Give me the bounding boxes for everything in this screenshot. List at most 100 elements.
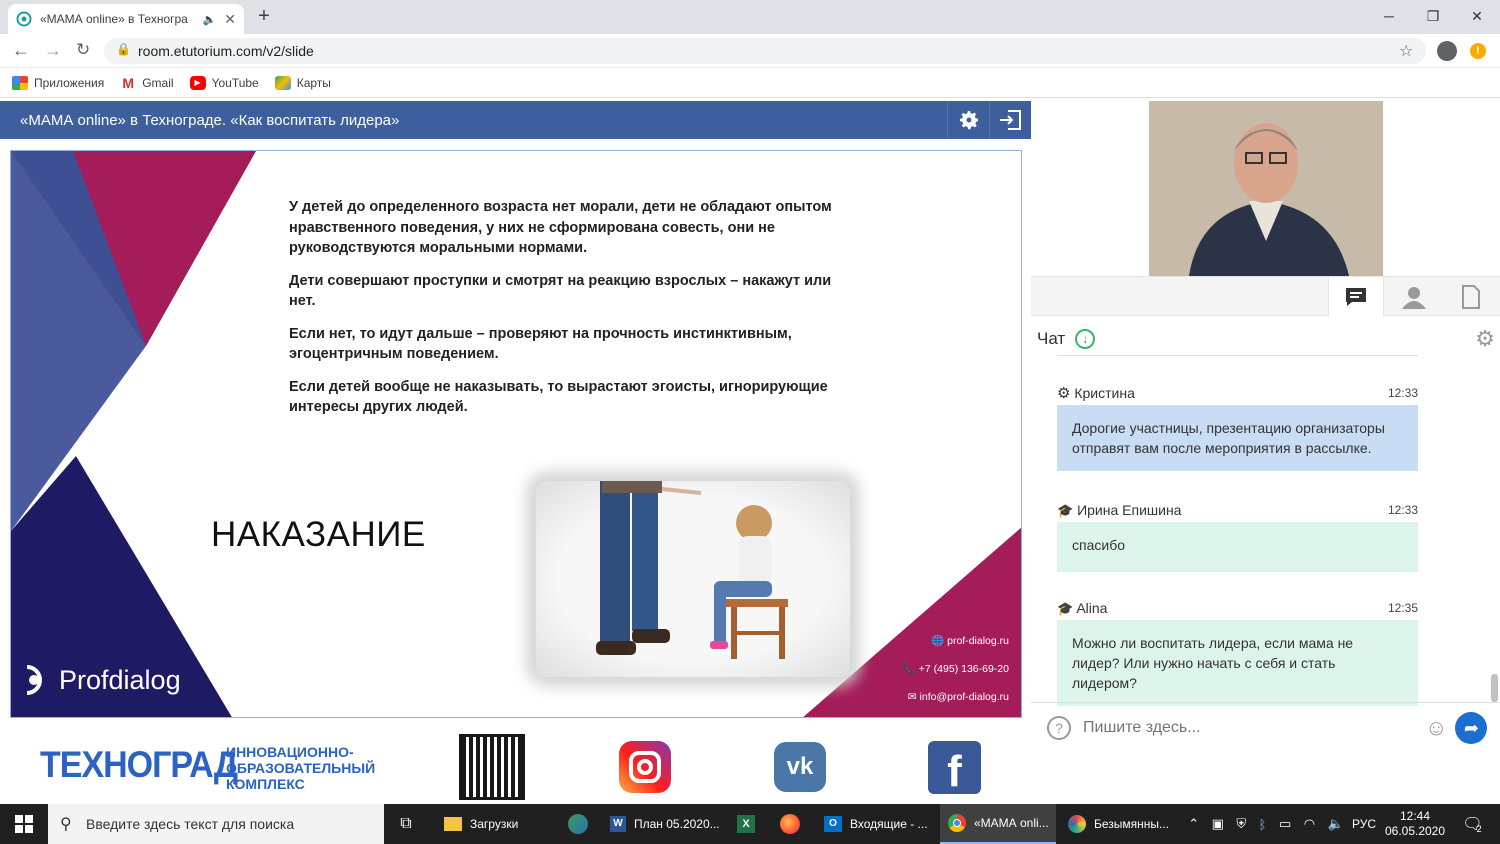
clock-time: 12:44 bbox=[1399, 809, 1431, 823]
forward-arrow-icon[interactable]: → bbox=[44, 40, 62, 61]
message-bubble: Дорогие участницы, презентацию организат… bbox=[1057, 405, 1418, 471]
tab-chat[interactable] bbox=[1328, 277, 1384, 317]
clock[interactable]: 12:44 06.05.2020 bbox=[1384, 804, 1446, 844]
chat-scrollbar[interactable] bbox=[1491, 674, 1498, 702]
window-minimize-button[interactable]: ─ bbox=[1366, 4, 1412, 28]
tray-app-icon[interactable]: ▣ bbox=[1212, 816, 1224, 832]
taskbar-app-word[interactable]: W План 05.2020... bbox=[602, 804, 722, 844]
bookmark-maps[interactable]: Карты bbox=[274, 75, 331, 90]
help-circle-icon[interactable]: ? bbox=[1047, 715, 1071, 740]
tray-chevron-up-icon[interactable]: ⌃ bbox=[1188, 816, 1199, 832]
speaker-video[interactable] bbox=[1149, 101, 1383, 276]
graduation-cap-icon: 🎓 bbox=[1057, 502, 1074, 518]
download-circle-icon[interactable]: ↓ bbox=[1075, 329, 1096, 349]
message-time: 12:35 bbox=[1387, 601, 1418, 615]
lock-icon: 🔒 bbox=[116, 42, 131, 56]
settings-button[interactable] bbox=[947, 101, 989, 139]
instagram-icon[interactable] bbox=[619, 741, 671, 793]
bookmark-gmail[interactable]: M Gmail bbox=[120, 76, 173, 90]
globe-icon: 🌐 bbox=[931, 635, 948, 647]
url-input[interactable]: 🔒 room.etutorium.com/v2/slide bbox=[104, 38, 1426, 64]
volume-icon[interactable]: 🔈 bbox=[1328, 816, 1344, 832]
notification-count: 2 bbox=[1476, 824, 1482, 834]
battery-icon[interactable]: ▭ bbox=[1279, 816, 1291, 832]
wifi-icon[interactable]: ◠ bbox=[1304, 816, 1315, 832]
message-bubble: спасибо bbox=[1057, 522, 1418, 572]
contact-email: ✉ info@prof-dialog.ru bbox=[907, 691, 1009, 703]
chrome-icon bbox=[948, 814, 966, 832]
photo-illustration bbox=[596, 481, 788, 659]
gmail-icon: M bbox=[122, 74, 135, 91]
url-text: room.etutorium.com/v2/slide bbox=[138, 43, 314, 59]
chat-divider bbox=[1057, 355, 1418, 356]
taskbar-search-input[interactable]: ⚲ Введите здесь текст для поиска bbox=[48, 804, 384, 844]
youtube-icon: ▶ bbox=[189, 75, 206, 90]
message-author: Ирина Епишина bbox=[1077, 501, 1182, 518]
logo-text: Profdialog bbox=[59, 664, 181, 695]
system-tray: ⌃ ▣ ⛨ ᛒ ▭ ◠ 🔈 bbox=[1182, 804, 1350, 844]
update-alert-icon[interactable]: ! bbox=[1470, 43, 1486, 59]
qr-code-icon bbox=[459, 734, 525, 800]
globe-app-icon bbox=[568, 814, 588, 834]
browser-tab[interactable]: «МАМА online» в Техногра 🔈 ✕ bbox=[8, 4, 244, 34]
firefox-icon bbox=[780, 814, 800, 834]
profdialog-logo: Profdialog bbox=[21, 663, 181, 697]
tab-close-icon[interactable]: ✕ bbox=[224, 11, 236, 28]
tab-title: «МАМА online» в Техногра bbox=[40, 12, 188, 26]
taskbar-app-excel[interactable]: X bbox=[728, 804, 764, 844]
clock-date: 06.05.2020 bbox=[1384, 824, 1446, 838]
window-close-button[interactable]: ✕ bbox=[1454, 4, 1500, 28]
phone-icon: 📞 bbox=[902, 663, 919, 675]
slide-paragraph: Дети совершают проступки и смотрят на ре… bbox=[289, 272, 832, 310]
taskbar-app-downloads[interactable]: Загрузки bbox=[436, 804, 556, 844]
contact-phone: 📞 +7 (495) 136-69-20 bbox=[902, 663, 1009, 675]
window-maximize-button[interactable]: ❐ bbox=[1410, 4, 1456, 28]
chat-message-input[interactable] bbox=[1083, 712, 1413, 743]
tray-shield-icon[interactable]: ⛨ bbox=[1236, 816, 1246, 832]
exit-icon bbox=[999, 110, 1021, 130]
search-icon: ⚲ bbox=[60, 816, 72, 833]
mail-icon: ✉ bbox=[907, 691, 920, 703]
back-arrow-icon[interactable]: ← bbox=[12, 40, 30, 61]
bookmark-star-icon[interactable]: ☆ bbox=[1399, 41, 1413, 61]
notification-center-button[interactable]: 🗨 2 bbox=[1456, 804, 1488, 844]
exit-button[interactable] bbox=[989, 101, 1031, 139]
gear-icon: ⚙ bbox=[1057, 385, 1071, 402]
address-toolbar: ← → ↻ 🔒 room.etutorium.com/v2/slide ☆ ! bbox=[0, 34, 1500, 68]
sponsor-banner: ТЕХНОГРАД ИННОВАЦИОННО- ОБРАЗОВАТЕЛЬНЫЙ … bbox=[0, 728, 1031, 804]
bookmark-youtube[interactable]: ▶ YouTube bbox=[189, 75, 259, 90]
profile-avatar-icon[interactable] bbox=[1437, 41, 1457, 61]
taskbar-app-globe[interactable] bbox=[560, 804, 596, 844]
audio-playing-icon[interactable]: 🔈 bbox=[203, 13, 217, 26]
tab-files[interactable] bbox=[1443, 277, 1499, 317]
language-indicator[interactable]: РУС bbox=[1352, 804, 1376, 844]
taskbar-app-outlook[interactable]: O Входящие - ... bbox=[816, 804, 936, 844]
apps-grid-icon bbox=[12, 75, 28, 90]
chat-settings-gear-icon[interactable]: ⚙ bbox=[1475, 326, 1495, 352]
side-panel-tabs bbox=[1031, 276, 1500, 317]
bluetooth-icon[interactable]: ᛒ bbox=[1259, 817, 1267, 832]
new-tab-button[interactable]: + bbox=[252, 5, 276, 29]
facebook-icon[interactable]: f bbox=[928, 741, 981, 796]
task-view-button[interactable]: ⧉ bbox=[392, 804, 420, 844]
reload-icon[interactable]: ↻ bbox=[76, 40, 90, 60]
slide-heading: НАКАЗАНИЕ bbox=[211, 515, 426, 554]
slide-paragraph: Если нет, то идут дальше – проверяют на … bbox=[289, 325, 792, 363]
taskbar-app-chrome[interactable]: «МАМА onli... bbox=[940, 804, 1056, 844]
bookmark-apps[interactable]: Приложения bbox=[12, 75, 104, 90]
taskbar-app-firefox[interactable] bbox=[772, 804, 808, 844]
send-button[interactable]: ➦ bbox=[1455, 711, 1488, 744]
emoji-icon[interactable]: ☺ bbox=[1425, 715, 1447, 741]
taskbar-app-paint[interactable]: Безымянны... bbox=[1060, 804, 1178, 844]
bookmarks-bar: Приложения M Gmail ▶ YouTube Карты bbox=[0, 68, 1500, 98]
gear-icon bbox=[959, 111, 978, 130]
webinar-header: «МАМА online» в Технограде. «Как воспита… bbox=[0, 101, 1031, 139]
start-button[interactable] bbox=[0, 804, 48, 844]
tab-participants[interactable] bbox=[1386, 277, 1442, 317]
vk-icon[interactable]: vk bbox=[774, 742, 826, 792]
profdialog-mark-icon bbox=[26, 665, 42, 695]
webinar-title: «МАМА online» в Технограде. «Как воспита… bbox=[20, 111, 400, 129]
presentation-slide: У детей до определенного возраста нет мо… bbox=[10, 150, 1022, 718]
windows-taskbar: ⚲ Введите здесь текст для поиска ⧉ Загру… bbox=[0, 804, 1500, 844]
message-bubble: Можно ли воспитать лидера, если мама не … bbox=[1057, 620, 1418, 706]
